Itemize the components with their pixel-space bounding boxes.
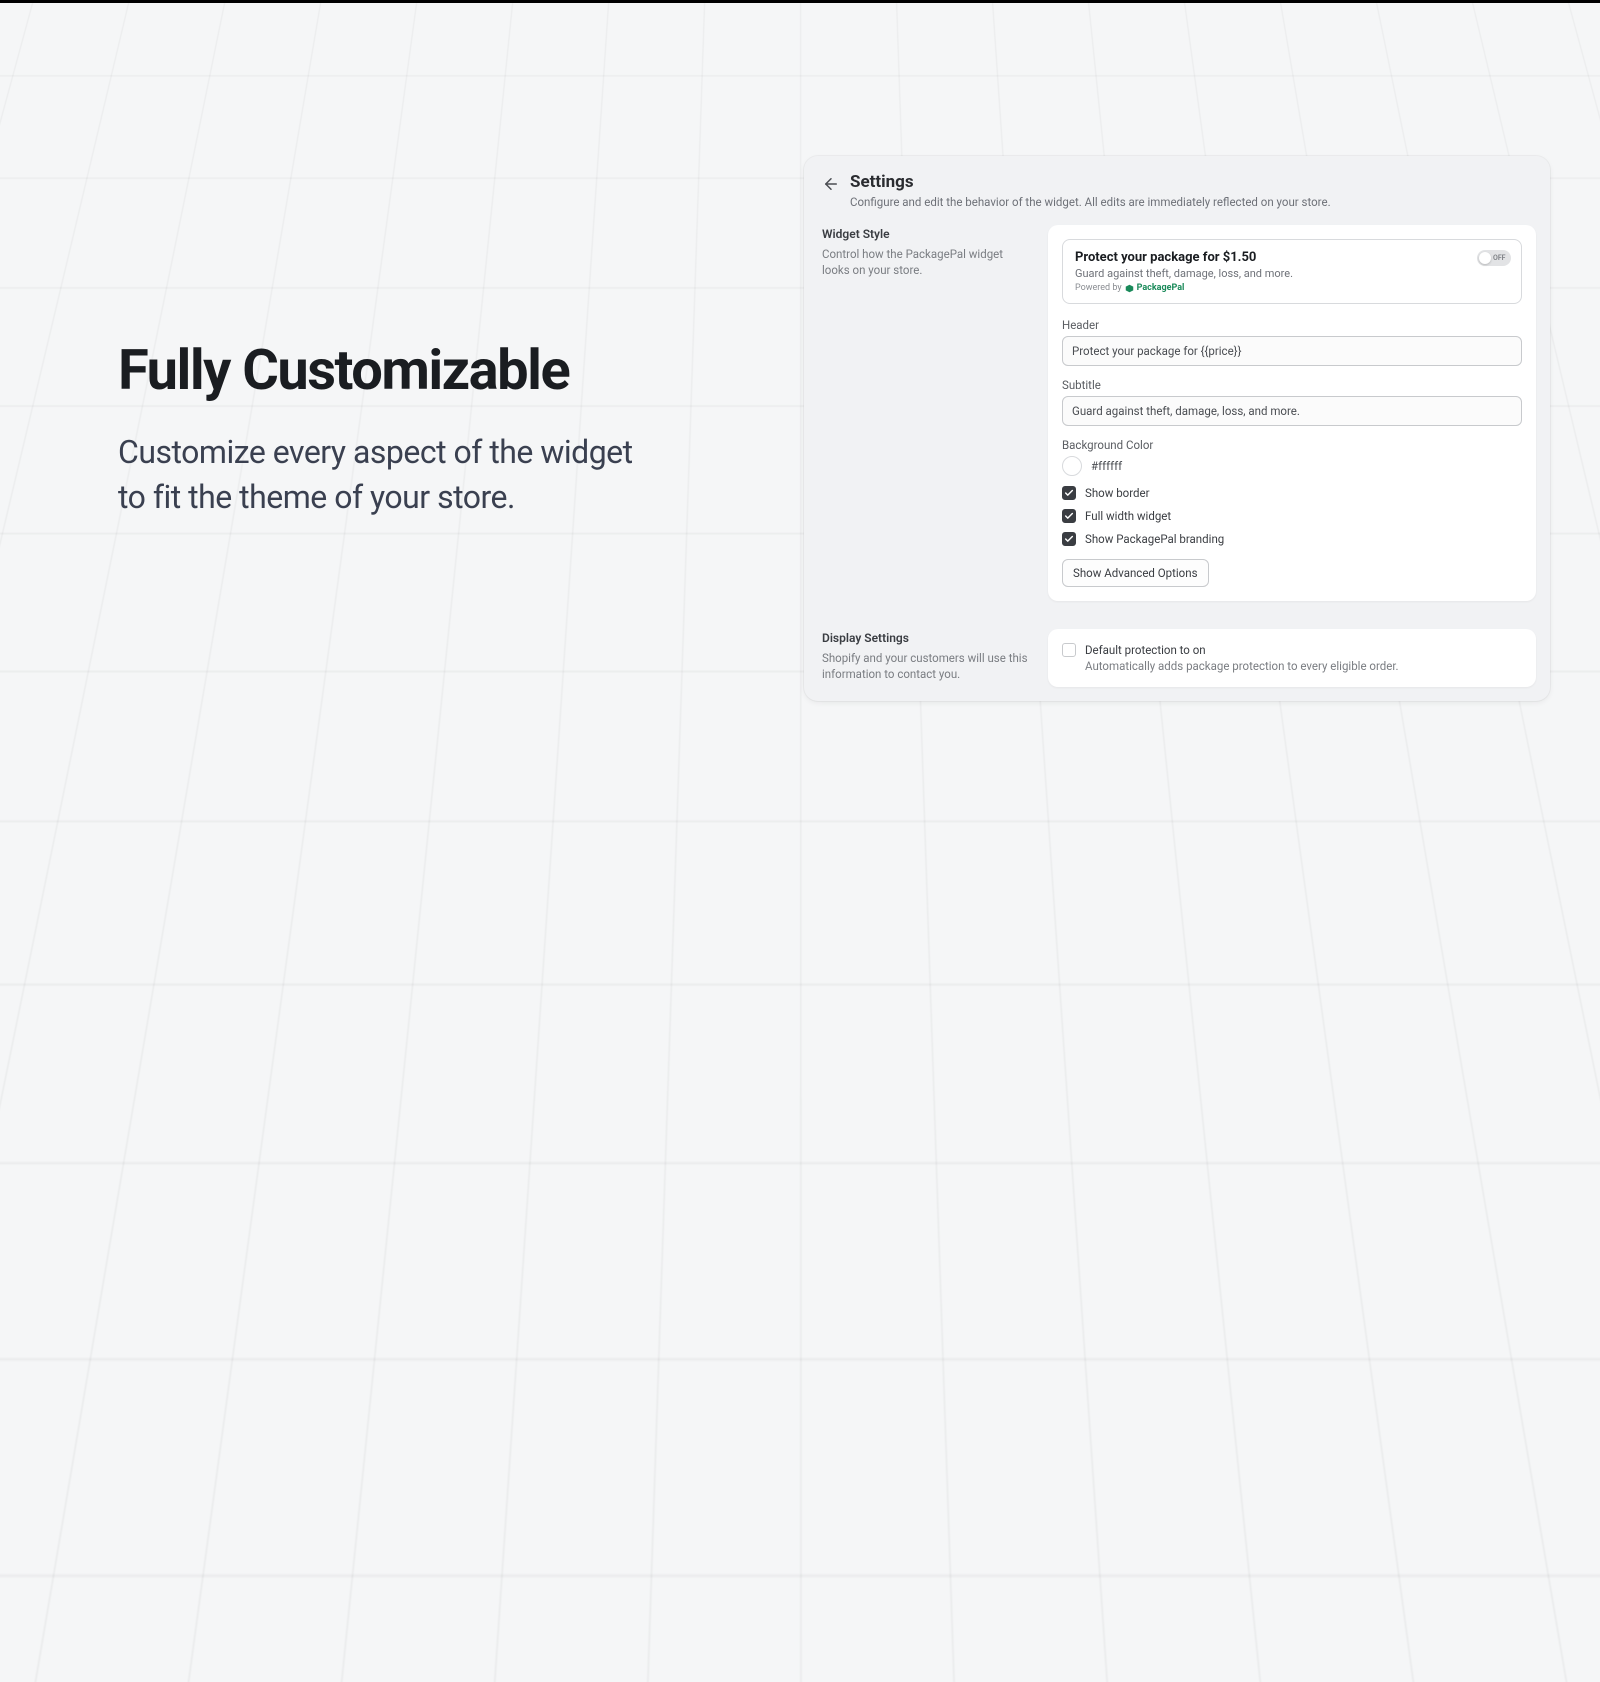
widget-style-card: Protect your package for $1.50 Guard aga… xyxy=(1048,225,1536,601)
protection-toggle[interactable]: OFF xyxy=(1477,250,1511,266)
header-input[interactable] xyxy=(1062,336,1522,366)
packagepal-logo-icon xyxy=(1125,284,1134,293)
subtitle-input[interactable] xyxy=(1062,396,1522,426)
full-width-checkbox[interactable] xyxy=(1062,509,1076,523)
brand-name: PackagePal xyxy=(1137,283,1185,293)
hero-title: Fully Customizable xyxy=(118,340,658,402)
powered-by-text: Powered by xyxy=(1075,283,1122,293)
back-arrow-icon[interactable] xyxy=(822,175,840,193)
settings-panel: Settings Configure and edit the behavior… xyxy=(804,156,1550,701)
color-hex-value: #ffffff xyxy=(1091,459,1122,473)
color-swatch[interactable] xyxy=(1062,456,1082,476)
default-protection-desc: Automatically adds package protection to… xyxy=(1085,659,1399,673)
show-border-checkbox[interactable] xyxy=(1062,486,1076,500)
panel-title: Settings xyxy=(850,172,1331,192)
show-border-label: Show border xyxy=(1085,486,1150,500)
show-branding-checkbox[interactable] xyxy=(1062,532,1076,546)
advanced-options-button[interactable]: Show Advanced Options xyxy=(1062,559,1209,587)
header-field-label: Header xyxy=(1062,318,1522,332)
preview-title: Protect your package for $1.50 xyxy=(1075,250,1509,265)
display-settings-card: Default protection to on Automatically a… xyxy=(1048,629,1536,687)
full-width-label: Full width widget xyxy=(1085,509,1171,523)
toggle-knob xyxy=(1479,252,1491,264)
widget-preview: Protect your package for $1.50 Guard aga… xyxy=(1062,239,1522,304)
hero-subtitle: Customize every aspect of the widget to … xyxy=(118,430,658,520)
default-protection-checkbox[interactable] xyxy=(1062,643,1076,657)
widget-style-desc: Control how the PackagePal widget looks … xyxy=(822,246,1028,278)
subtitle-field-label: Subtitle xyxy=(1062,378,1522,392)
toggle-state: OFF xyxy=(1493,254,1506,262)
preview-subtitle: Guard against theft, damage, loss, and m… xyxy=(1075,267,1509,280)
widget-style-label: Widget Style xyxy=(822,227,1028,241)
default-protection-label: Default protection to on xyxy=(1085,643,1399,657)
show-branding-label: Show PackagePal branding xyxy=(1085,532,1224,546)
display-settings-desc: Shopify and your customers will use this… xyxy=(822,650,1028,682)
display-settings-label: Display Settings xyxy=(822,631,1028,645)
panel-subtitle: Configure and edit the behavior of the w… xyxy=(850,195,1331,209)
bgcolor-field-label: Background Color xyxy=(1062,438,1522,452)
